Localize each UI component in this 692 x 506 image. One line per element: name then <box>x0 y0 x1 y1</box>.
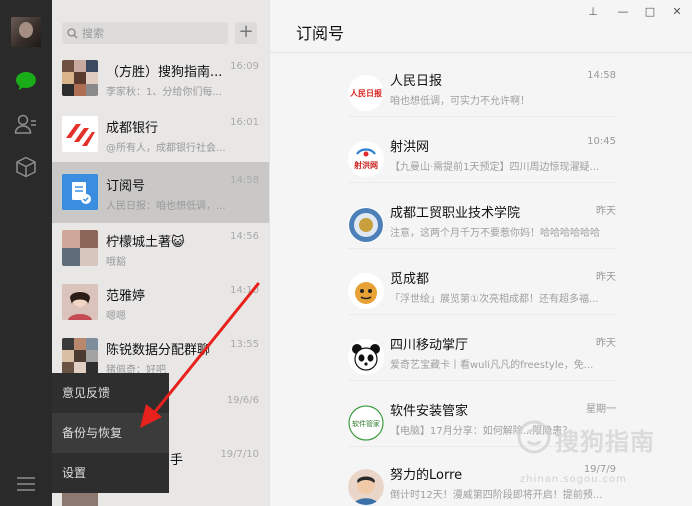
maximize-icon[interactable]: □ <box>643 5 657 18</box>
chat-preview: 李家秋：1、分给你们每... <box>106 87 222 98</box>
chat-preview: 人民日报：咱也想低调，... <box>106 201 226 212</box>
divider <box>348 248 616 249</box>
renmin-logo-icon: 人民日报 <box>348 75 384 111</box>
account-preview: 注意，这两个月千万不要惹你妈！哈哈哈哈哈哈 <box>390 228 600 239</box>
divider <box>348 314 616 315</box>
nav-rail <box>0 0 52 506</box>
group-avatar <box>62 230 98 266</box>
subscription-icon <box>62 174 98 210</box>
search-icon <box>67 27 78 38</box>
chat-name: 范雅婷 <box>106 289 146 304</box>
account-preview: 【九曼山·需提前1天预定】四川周边惊现濯疑... <box>390 162 600 173</box>
chat-time: 19/6/6 <box>226 395 259 406</box>
account-row[interactable]: 人民日报 人民日报 14:58 咱也想低调，可实力不允许啊！ <box>348 64 616 130</box>
account-time: 星期一 <box>586 404 616 415</box>
chat-preview: 哦豁 <box>106 257 126 268</box>
account-time: 14:58 <box>587 70 616 81</box>
menu-icon[interactable] <box>16 476 36 492</box>
account-time: 昨天 <box>596 338 616 349</box>
watermark: 搜狗指南 <box>515 418 685 458</box>
divider <box>348 380 616 381</box>
chat-time: 16:09 <box>230 61 259 72</box>
group-avatar <box>62 338 98 374</box>
settings-menu: 意见反馈 备份与恢复 设置 <box>52 373 169 493</box>
account-row[interactable]: 四川移动掌厅 昨天 爱奇艺宝藏卡丨看wuli凡凡的freestyle，免... <box>348 328 616 394</box>
menu-item-settings[interactable]: 设置 <box>52 453 169 493</box>
divider <box>348 182 616 183</box>
chat-row[interactable]: 柠檬城土著😺 14:56 哦豁 <box>52 218 269 279</box>
bank-logo-icon <box>62 116 98 152</box>
chat-name: （方胜）搜狗指南... <box>106 65 223 80</box>
account-row[interactable]: 成都工贸职业技术学院 昨天 注意，这两个月千万不要惹你妈！哈哈哈哈哈哈 <box>348 196 616 262</box>
close-icon[interactable]: ✕ <box>670 5 684 18</box>
college-emblem-icon <box>348 207 384 243</box>
mi-chengdu-logo-icon <box>348 273 384 309</box>
renmin-logo-text: 人民日报 <box>350 88 382 98</box>
add-button[interactable]: + <box>235 22 257 44</box>
chat-row-subscriptions[interactable]: 订阅号 14:58 人民日报：咱也想低调，... <box>52 162 269 223</box>
chat-time: 13:55 <box>230 339 259 350</box>
software-logo-text: 软件管家 <box>352 419 380 428</box>
account-name: 努力的Lorre <box>390 468 463 483</box>
chat-name: 订阅号 <box>106 179 146 194</box>
account-name: 觅成都 <box>390 272 430 287</box>
divider <box>348 116 616 117</box>
account-preview: 「浮世绘」展览第①次亮相成都！还有超多福... <box>390 294 599 305</box>
panda-logo-icon <box>348 339 384 375</box>
search-input[interactable] <box>82 26 222 40</box>
account-row[interactable]: 觅成都 昨天 「浮世绘」展览第①次亮相成都！还有超多福... <box>348 262 616 328</box>
chat-name: 成都银行 <box>106 121 159 136</box>
contact-avatar <box>62 284 98 320</box>
account-time: 昨天 <box>596 272 616 283</box>
page-title: 订阅号 <box>296 24 345 43</box>
chat-time: 16:01 <box>230 117 259 128</box>
menu-item-backup-restore[interactable]: 备份与恢复 <box>52 413 169 453</box>
chat-time: 19/7/10 <box>220 449 259 460</box>
chat-row[interactable]: 范雅婷 14:10 嗯嗯 <box>52 272 269 333</box>
software-manager-logo-icon: 软件管家 <box>348 405 384 441</box>
account-name: 成都工贸职业技术学院 <box>390 206 521 221</box>
account-name: 射洪网 <box>390 140 430 155</box>
chat-preview: 嗯嗯 <box>106 311 126 322</box>
menu-item-feedback[interactable]: 意见反馈 <box>52 373 169 413</box>
account-preview: 倒计时12天！漫威第四阶段即将开启！提前预... <box>390 490 603 501</box>
chat-time: 14:10 <box>230 285 259 296</box>
account-name: 软件安装管家 <box>390 404 469 419</box>
lorre-avatar <box>348 469 384 505</box>
account-time: 昨天 <box>596 206 616 217</box>
divider <box>270 52 692 53</box>
chat-icon[interactable] <box>13 68 39 94</box>
chat-time: 14:58 <box>230 175 259 186</box>
user-avatar[interactable] <box>11 17 41 47</box>
account-name: 四川移动掌厅 <box>390 338 469 353</box>
chat-name: 陈锐数据分配群聊 <box>106 343 211 358</box>
watermark-text: 搜狗指南 <box>555 428 655 456</box>
chat-time: 14:56 <box>230 231 259 242</box>
minimize-icon[interactable]: — <box>616 5 630 18</box>
account-preview: 咱也想低调，可实力不允许啊！ <box>390 96 530 107</box>
account-preview: 爱奇艺宝藏卡丨看wuli凡凡的freestyle，免... <box>390 360 594 371</box>
account-time: 10:45 <box>587 136 616 147</box>
pin-icon[interactable]: ⊥ <box>586 5 600 18</box>
chat-preview: @所有人，成都银行社会... <box>106 143 226 154</box>
search-box[interactable] <box>62 22 228 44</box>
sheshong-logo-text: 射洪网 <box>353 160 378 170</box>
group-avatar <box>62 60 98 96</box>
watermark-url: zhinan.sogou.com <box>520 474 628 485</box>
account-row[interactable]: 射洪网 射洪网 10:45 【九曼山·需提前1天预定】四川周边惊现濯疑... <box>348 130 616 196</box>
account-name: 人民日报 <box>390 74 443 89</box>
sogou-logo-icon <box>517 420 551 454</box>
contacts-icon[interactable] <box>13 111 39 137</box>
sheshong-logo-icon: 射洪网 <box>348 141 384 177</box>
box-icon[interactable] <box>13 154 39 180</box>
chat-name: 柠檬城土著😺 <box>106 235 185 250</box>
chat-row[interactable]: （方胜）搜狗指南... 16:09 李家秋：1、分给你们每... <box>52 48 269 109</box>
chat-row[interactable]: 成都银行 16:01 @所有人，成都银行社会... <box>52 104 269 165</box>
